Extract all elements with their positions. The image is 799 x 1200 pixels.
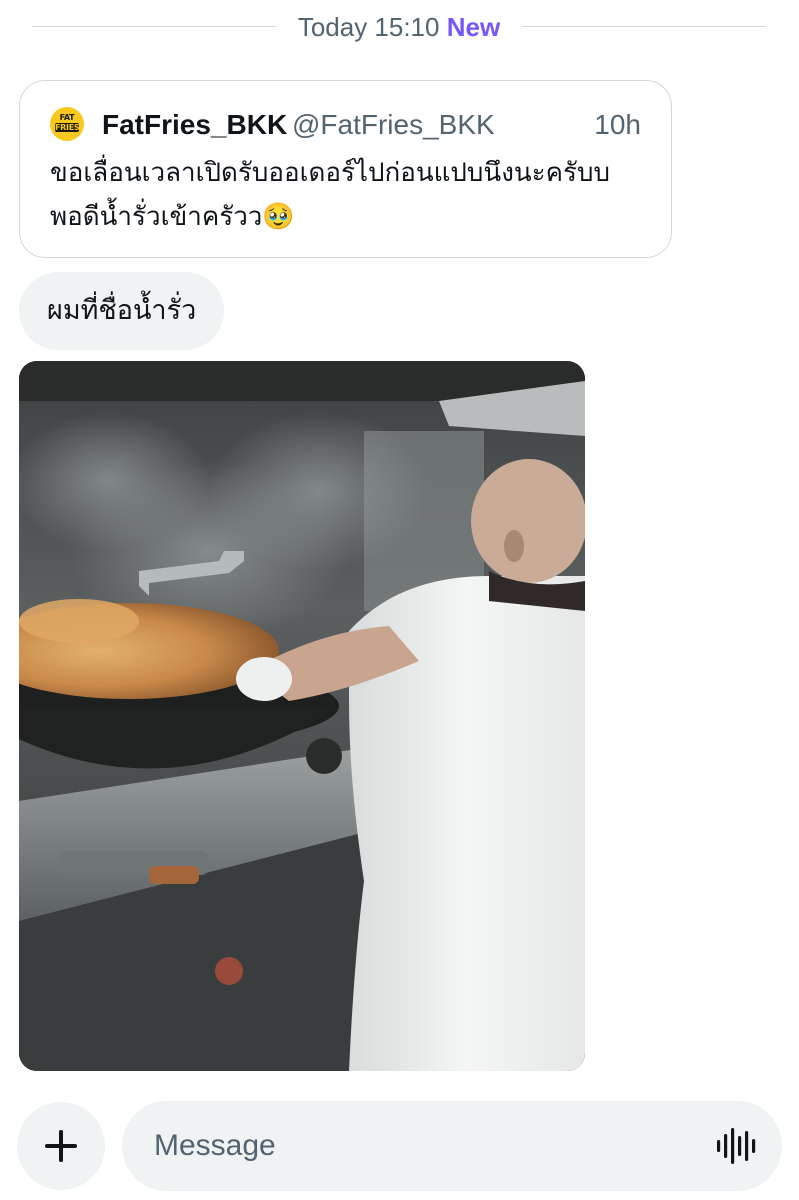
avatar-logo-line2: FRIES [55,123,80,132]
emoji: 🥹 [262,202,295,232]
quoted-post-header: FAT FRIES FatFries_BKK @FatFries_BKK 10h [50,103,641,143]
separator-date: Today 15:10 [297,12,440,42]
post-time: 10h [594,109,641,140]
author-display-name[interactable]: FatFries_BKK [102,107,287,143]
add-attachment-button[interactable] [17,1102,105,1190]
gif-media[interactable] [19,361,585,1071]
avatar-logo-line1: FAT [59,113,75,122]
gif-kitchen-scene-image [19,361,585,1071]
quoted-post-card[interactable]: FAT FRIES FatFries_BKK @FatFries_BKK 10h… [19,80,672,258]
separator-line-left [32,26,276,27]
date-separator: Today 15:10 New [0,0,799,54]
message-composer[interactable] [122,1101,782,1191]
plus-icon [45,1130,77,1162]
quoted-post-text: ขอเลื่อนเวลาเปิดรับออเดอร์ไปก่อนแปบนึงนะ… [50,151,641,239]
message-input[interactable] [154,1101,694,1191]
quoted-post-body: ขอเลื่อนเวลาเปิดรับออเดอร์ไปก่อนแปบนึงนะ… [50,158,610,232]
avatar[interactable]: FAT FRIES [50,107,84,141]
new-indicator: New [446,12,501,42]
avatar-logo: FAT FRIES [50,113,84,132]
separator-label: Today 15:10 New [276,10,522,44]
separator-line-right [522,26,766,27]
voice-waveform-icon [717,1128,756,1164]
message-bubble[interactable]: ผมที่ชื่อน้ำรั่ว [19,272,225,350]
voice-message-button[interactable] [716,1126,760,1166]
author-handle[interactable]: @FatFries_BKK [292,107,495,143]
message-text: ผมที่ชื่อน้ำรั่ว [47,295,197,326]
